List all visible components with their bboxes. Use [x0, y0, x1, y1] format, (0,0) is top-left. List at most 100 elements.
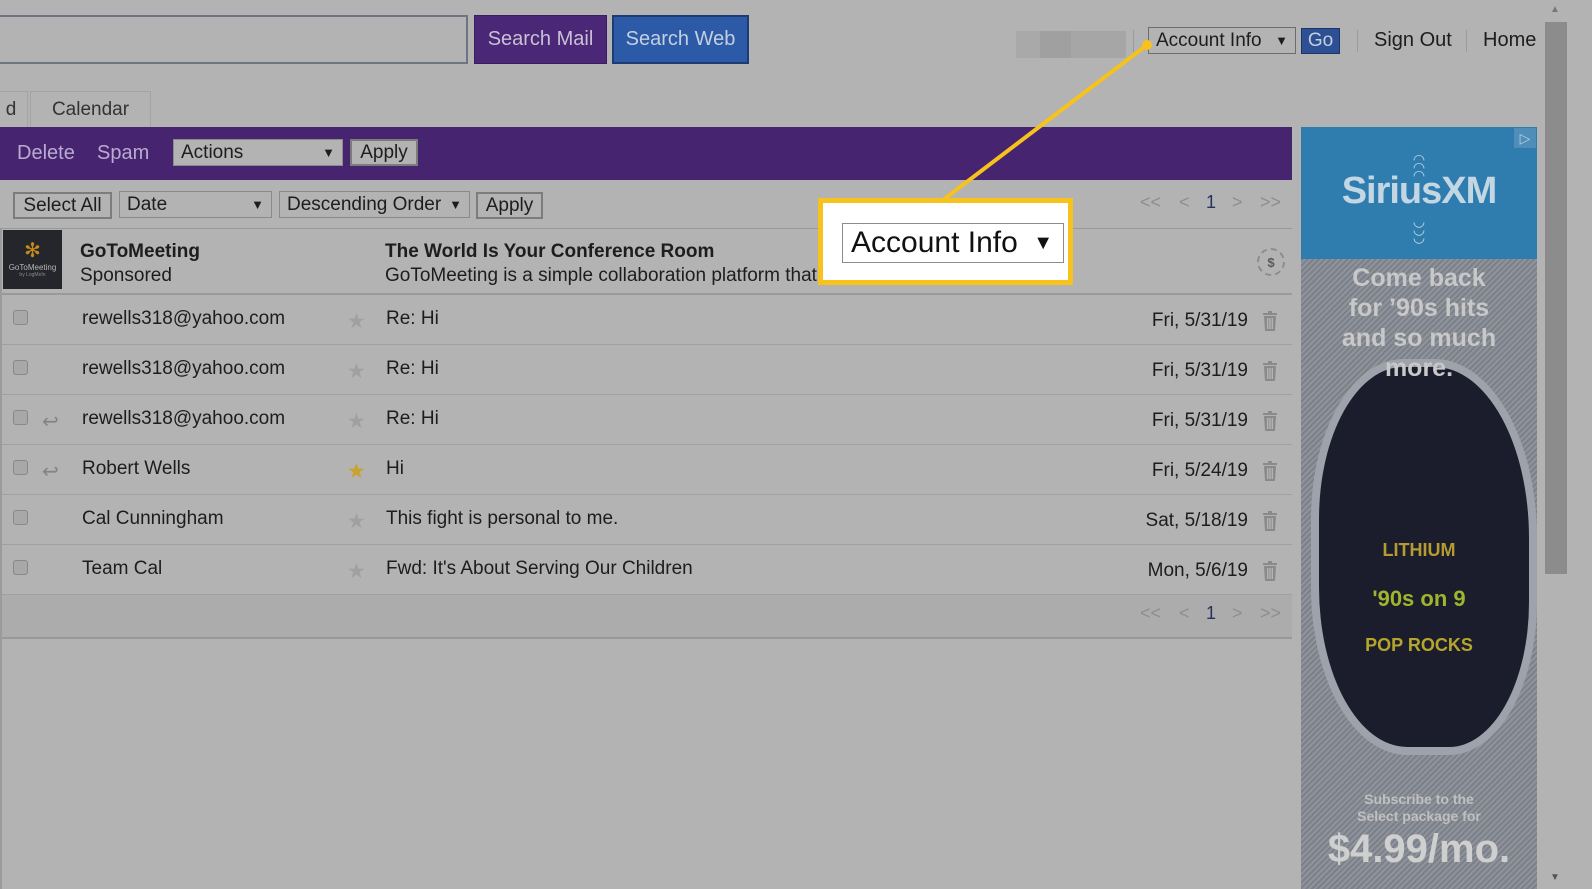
star-icon[interactable]: ★: [347, 359, 366, 384]
trash-icon[interactable]: [1262, 461, 1278, 481]
ad-headline-line: for ’90s hits: [1348, 294, 1490, 322]
tab-calendar[interactable]: Calendar: [30, 91, 151, 128]
signal-waves-icon: ◡ ◡ ◡: [1412, 213, 1426, 245]
actions-select[interactable]: Actions ▼: [173, 139, 343, 166]
divider: [1357, 30, 1358, 52]
trash-icon[interactable]: [1262, 511, 1278, 531]
dropdown-arrow-icon: ▼: [1033, 231, 1053, 254]
message-sender[interactable]: Robert Wells: [82, 458, 190, 480]
star-icon[interactable]: ★: [347, 509, 366, 534]
message-subject[interactable]: Hi: [386, 458, 404, 480]
current-page[interactable]: 1: [1206, 603, 1216, 624]
sponsored-dollar-icon[interactable]: $: [1257, 248, 1285, 276]
message-checkbox[interactable]: [13, 410, 28, 425]
trash-icon[interactable]: [1262, 361, 1278, 381]
replied-icon: ↩: [42, 461, 59, 483]
tab-partial[interactable]: d: [0, 91, 28, 128]
message-row[interactable]: ↩ Robert Wells ★ Hi Fri, 5/24/19: [0, 445, 1292, 495]
message-sender[interactable]: rewells318@yahoo.com: [82, 408, 285, 430]
sponsored-row[interactable]: ✻ GoToMeeting by LogMeIn GoToMeeting Spo…: [0, 229, 1292, 295]
scroll-up-icon[interactable]: ▲: [1550, 4, 1560, 15]
divider: [1466, 30, 1467, 52]
logo-subtext: by LogMeIn: [19, 272, 46, 278]
annotation-callout: Account Info ▼: [818, 198, 1073, 285]
trash-icon[interactable]: [1262, 311, 1278, 331]
first-page-link[interactable]: <<: [1140, 192, 1161, 213]
first-page-link[interactable]: <<: [1140, 603, 1161, 624]
page-scrollbar[interactable]: ▲ ▼: [1545, 0, 1567, 889]
message-sender[interactable]: Team Cal: [82, 558, 162, 580]
message-sender[interactable]: Cal Cunningham: [82, 508, 224, 530]
message-checkbox[interactable]: [13, 510, 28, 525]
divider: [1133, 30, 1134, 52]
last-page-link[interactable]: >>: [1260, 192, 1281, 213]
ad-headline-line: Come back: [1352, 264, 1486, 292]
toolbar-apply-button[interactable]: Apply: [350, 139, 418, 166]
message-row[interactable]: Cal Cunningham ★ This fight is personal to…: [0, 495, 1292, 545]
search-mail-button[interactable]: Search Mail: [474, 15, 607, 64]
trash-icon[interactable]: [1262, 411, 1278, 431]
replied-icon: ↩: [42, 411, 59, 433]
spam-button[interactable]: Spam: [97, 142, 149, 165]
star-icon[interactable]: ★: [347, 309, 366, 334]
scroll-down-icon[interactable]: ▼: [1550, 872, 1560, 883]
message-row[interactable]: rewells318@yahoo.com ★ Re: Hi Fri, 5/31/19: [0, 295, 1292, 345]
message-subject[interactable]: Fwd: It's About Serving Our Children: [386, 558, 693, 580]
account-info-select[interactable]: Account Info ▼: [1148, 27, 1296, 54]
sort-apply-button[interactable]: Apply: [476, 192, 543, 219]
gotomeeting-logo: ✻ GoToMeeting by LogMeIn: [3, 230, 62, 289]
message-subject[interactable]: Re: Hi: [386, 408, 439, 430]
current-page[interactable]: 1: [1206, 192, 1216, 213]
message-date: Fri, 5/31/19: [1151, 360, 1248, 381]
message-subject[interactable]: Re: Hi: [386, 358, 439, 380]
ad-headline-line: and so much: [1341, 324, 1497, 352]
next-page-link[interactable]: >: [1232, 603, 1243, 624]
message-row[interactable]: ↩ rewells318@yahoo.com ★ Re: Hi Fri, 5/31/19: [0, 395, 1292, 445]
adchoices-icon[interactable]: ▷: [1514, 128, 1536, 148]
mail-toolbar: Delete Spam Actions ▼ Apply: [0, 127, 1292, 180]
dropdown-arrow-icon: ▼: [251, 197, 264, 212]
home-link[interactable]: Home: [1483, 29, 1536, 52]
sponsored-sender: GoToMeeting: [80, 241, 200, 262]
delete-button[interactable]: Delete: [17, 142, 75, 165]
station-lithium: LITHIUM: [1382, 540, 1456, 560]
dropdown-arrow-icon: ▼: [1275, 33, 1288, 48]
sort-order-select[interactable]: Descending Order ▼: [279, 191, 470, 218]
prev-page-link[interactable]: <: [1179, 192, 1190, 213]
message-sender[interactable]: rewells318@yahoo.com: [82, 358, 285, 380]
message-checkbox[interactable]: [13, 460, 28, 475]
star-icon[interactable]: ★: [347, 459, 366, 484]
message-checkbox[interactable]: [13, 310, 28, 325]
logo-text: GoToMeeting: [8, 263, 57, 272]
message-subject[interactable]: This fight is personal to me.: [386, 508, 618, 530]
search-input[interactable]: [0, 15, 468, 64]
ad-subscribe-text: Subscribe to the Select package for: [1301, 791, 1537, 825]
ad-price: $4.99/mo.: [1327, 827, 1511, 871]
sign-out-link[interactable]: Sign Out: [1374, 29, 1452, 52]
select-all-button[interactable]: Select All: [13, 192, 112, 219]
ad-subscribe-line: Subscribe to the: [1364, 791, 1474, 807]
star-icon[interactable]: ★: [347, 409, 366, 434]
prev-page-link[interactable]: <: [1179, 603, 1190, 624]
scroll-thumb[interactable]: [1545, 22, 1567, 574]
search-web-button[interactable]: Search Web: [612, 15, 749, 64]
station-pop-rocks: POP ROCKS: [1365, 635, 1473, 655]
message-sender[interactable]: rewells318@yahoo.com: [82, 308, 285, 330]
message-row[interactable]: rewells318@yahoo.com ★ Re: Hi Fri, 5/31/19: [0, 345, 1292, 395]
actions-label: Actions: [181, 141, 244, 163]
sort-field-select[interactable]: Date ▼: [119, 191, 272, 218]
ad-headline-line: more.: [1384, 354, 1454, 382]
redacted-username: [1016, 31, 1126, 58]
message-date: Fri, 5/31/19: [1151, 310, 1248, 331]
trash-icon[interactable]: [1262, 561, 1278, 581]
siriusxm-ad[interactable]: ▷ ◠ ◠ ◠ SiriusXM ◡ ◡ ◡ Come back for ’90s hi…: [1301, 127, 1537, 889]
callout-label: Account Info: [851, 226, 1018, 259]
message-subject[interactable]: Re: Hi: [386, 308, 439, 330]
last-page-link[interactable]: >>: [1260, 603, 1281, 624]
message-checkbox[interactable]: [13, 360, 28, 375]
star-icon[interactable]: ★: [347, 559, 366, 584]
next-page-link[interactable]: >: [1232, 192, 1243, 213]
message-checkbox[interactable]: [13, 560, 28, 575]
go-button[interactable]: Go: [1301, 28, 1340, 54]
message-row[interactable]: Team Cal ★ Fwd: It's About Serving Our Chi…: [0, 545, 1292, 595]
